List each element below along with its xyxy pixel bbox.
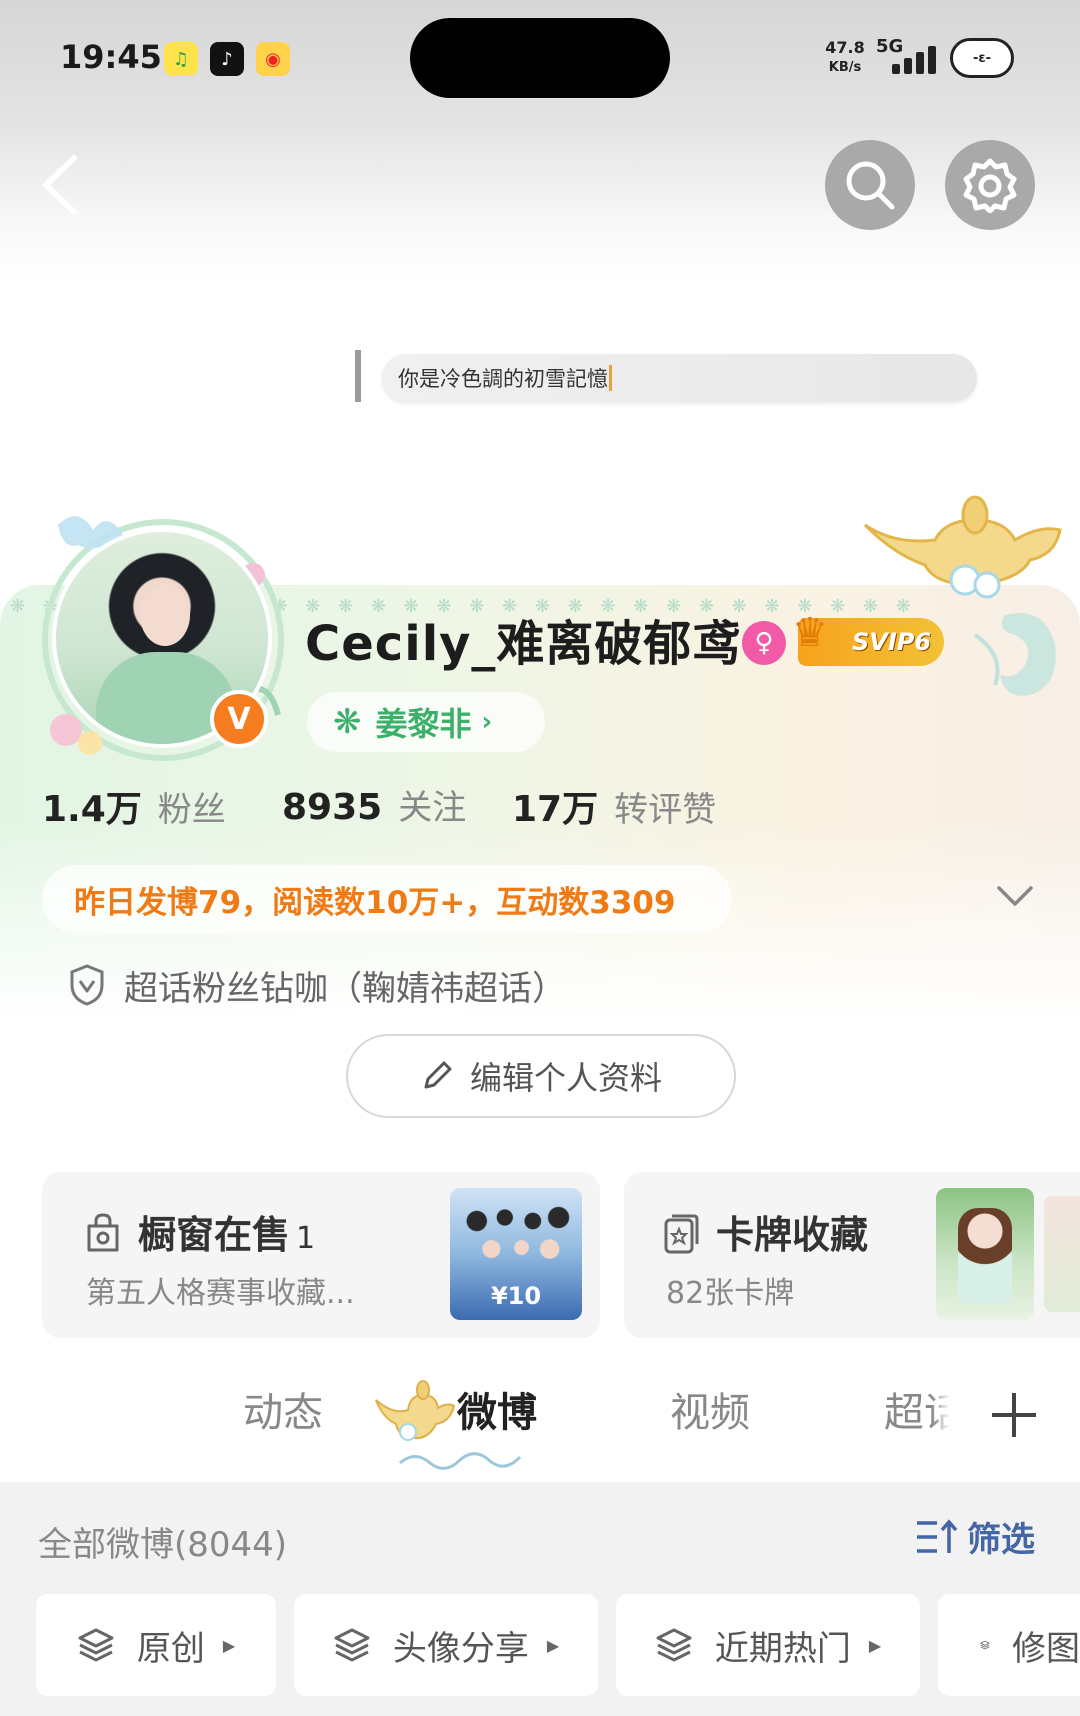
pencil-icon xyxy=(424,1061,452,1089)
star-chip-label: 姜黎非 xyxy=(375,705,472,743)
search-icon xyxy=(846,161,895,210)
stat-label: 粉丝 xyxy=(157,790,226,830)
filter-sort-icon xyxy=(917,1518,958,1553)
filter-button[interactable]: 筛选 xyxy=(915,1512,1035,1561)
profile-banner-sticker: 你是冷色調的初雪記憶 xyxy=(382,354,977,402)
chip-retouch[interactable]: 修图 xyxy=(938,1594,1080,1696)
star-follow-chip[interactable]: ❋ 姜黎非 › xyxy=(307,692,545,752)
card-thumbnail[interactable] xyxy=(1044,1196,1080,1312)
gender-symbol: ♀ xyxy=(754,628,774,658)
triangle-right-icon: ▶ xyxy=(546,1635,560,1655)
triangle-right-icon: ▶ xyxy=(868,1635,882,1655)
network-speed: 47.8 KB/s xyxy=(820,38,870,78)
profile-stats: 1.4万 粉丝 8935 关注 17万 转评赞 xyxy=(42,780,1042,840)
back-button[interactable] xyxy=(38,150,88,220)
chevron-right-icon: › xyxy=(481,707,493,737)
shop-card-title: 橱窗在售 1 xyxy=(138,1204,315,1259)
tab-dynamics[interactable]: 动态 xyxy=(243,1380,323,1438)
dynamic-island xyxy=(410,18,670,98)
chevron-down-icon[interactable] xyxy=(995,878,1035,914)
tab-video[interactable]: 视频 xyxy=(670,1380,750,1438)
chevron-left-icon xyxy=(43,155,77,215)
avatar-figure-face xyxy=(140,584,190,646)
card-collection-title: 卡牌收藏 xyxy=(716,1213,869,1257)
stat-interactions[interactable]: 17万 转评赞 xyxy=(512,780,716,832)
layers-icon xyxy=(980,1640,990,1650)
stat-number: 8935 xyxy=(282,787,383,828)
layers-icon xyxy=(334,1628,370,1662)
swirl-decoration xyxy=(399,1452,522,1470)
plus-icon-v xyxy=(1012,1393,1016,1437)
all-posts-count: 全部微博(8044) xyxy=(38,1525,288,1565)
battery-glyph: -ε- xyxy=(972,50,992,66)
stat-number: 1.4万 xyxy=(42,789,142,830)
username: Cecily_难离破郁鸢 xyxy=(305,616,742,672)
layers-icon xyxy=(78,1628,114,1662)
settings-button[interactable] xyxy=(945,140,1035,230)
banner-text: 你是冷色調的初雪記憶 xyxy=(398,367,608,391)
signal-icon xyxy=(892,46,938,74)
thumbnail-group-photo xyxy=(460,1200,572,1270)
banner-divider xyxy=(355,350,375,402)
svip-label: SVIP6 xyxy=(852,628,932,656)
chip-label: 头像分享 xyxy=(392,1628,529,1669)
shop-subtitle: 第五人格赛事收藏... xyxy=(86,1276,355,1311)
svip-badge[interactable]: ♛ SVIP6 xyxy=(792,610,944,666)
shop-product-thumbnail[interactable]: ¥10 xyxy=(450,1188,582,1320)
verified-badge-glyph: V xyxy=(227,701,251,737)
status-time: 19:45 xyxy=(60,38,162,76)
female-gender-icon: ♀ xyxy=(742,621,786,665)
battery-icon: -ε- xyxy=(950,38,1014,78)
shop-count: 1 xyxy=(296,1221,316,1256)
magic-lamp-decoration xyxy=(863,495,1062,696)
network-speed-unit: KB/s xyxy=(828,60,862,75)
edit-profile-label: 编辑个人资料 xyxy=(469,1059,662,1097)
filter-label: 筛选 xyxy=(967,1520,1035,1560)
chip-avatar-share[interactable]: 头像分享 ▶ xyxy=(294,1594,598,1696)
layers-icon xyxy=(656,1628,692,1662)
shop-title: 橱窗在售 xyxy=(138,1213,291,1257)
tab-weibo[interactable]: 微博 xyxy=(457,1380,537,1438)
gear-icon xyxy=(963,158,1017,213)
shield-icon xyxy=(70,964,104,1006)
card-collection-icon xyxy=(664,1214,699,1254)
snowflake-icon: ❋ xyxy=(333,702,362,742)
qq-music-icon: ♫ xyxy=(164,42,198,76)
triangle-right-icon: ▶ xyxy=(222,1635,236,1655)
search-button[interactable] xyxy=(825,140,915,230)
stat-number: 17万 xyxy=(512,789,599,830)
weibo-icon: ◉ xyxy=(256,42,290,76)
shopping-bag-icon xyxy=(87,1213,119,1252)
chip-recent-hot[interactable]: 近期热门 ▶ xyxy=(616,1594,920,1696)
banner-caret xyxy=(609,365,612,391)
card-collection-subtitle: 82张卡牌 xyxy=(666,1276,795,1311)
chip-label: 原创 xyxy=(136,1628,205,1669)
fan-title: 超话粉丝钻咖（鞠婧祎超话） xyxy=(124,968,566,1009)
card-collection-card[interactable]: 卡牌收藏 82张卡牌 xyxy=(624,1172,1080,1338)
stat-followers[interactable]: 1.4万 粉丝 xyxy=(42,780,226,832)
card-thumbnail[interactable] xyxy=(936,1188,1034,1320)
tiktok-icon: ♪ xyxy=(210,42,244,76)
profile-tab-bar: 动态 微博 视频 超话 xyxy=(0,1350,1080,1480)
thumbnail-price: ¥10 xyxy=(490,1282,542,1310)
showcase-shop-card[interactable]: 橱窗在售 1 第五人格赛事收藏... ¥10 xyxy=(42,1172,600,1338)
chip-original[interactable]: 原创 ▶ xyxy=(36,1594,276,1696)
network-speed-value: 47.8 xyxy=(825,38,865,57)
stat-label: 转评赞 xyxy=(614,790,717,830)
add-tab-button[interactable] xyxy=(948,1355,1080,1475)
status-bar: 19:45 ♫ ♪ ◉ 47.8 KB/s 5G -ε- xyxy=(0,0,1080,110)
stat-label: 关注 xyxy=(398,788,467,828)
crown-icon: ♛ xyxy=(792,610,828,656)
edit-profile-button[interactable]: 编辑个人资料 xyxy=(346,1034,736,1118)
chip-label: 近期热门 xyxy=(714,1628,851,1669)
chip-label: 修图 xyxy=(1012,1628,1080,1669)
fan-title-row[interactable]: 超话粉丝钻咖（鞠婧祎超话） xyxy=(68,955,566,1015)
stat-following[interactable]: 8935 关注 xyxy=(282,780,466,829)
verified-badge-icon: V xyxy=(210,690,268,748)
chibi-character-image xyxy=(958,1208,1012,1304)
daily-summary[interactable]: 昨日发博79，阅读数10万+，互动数3309 xyxy=(42,865,732,933)
